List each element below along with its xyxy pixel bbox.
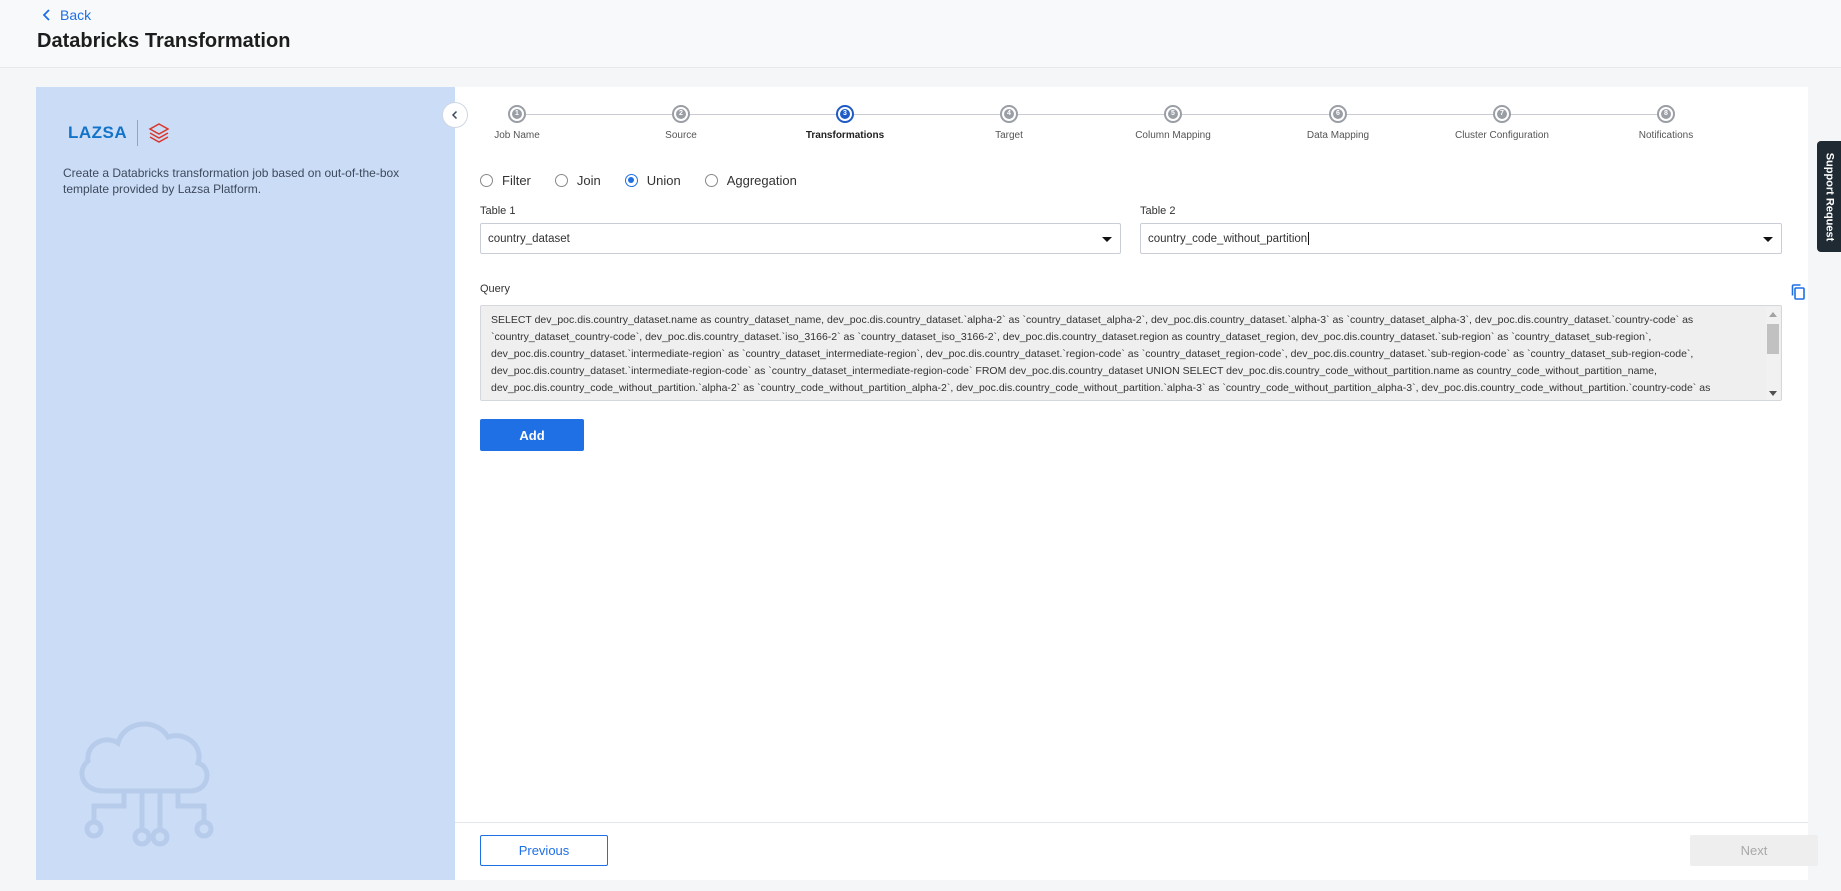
panel-description: Create a Databricks transformation job b…: [63, 166, 400, 196]
scrollbar-thumb[interactable]: [1767, 324, 1779, 354]
step-indicator: 1: [508, 105, 526, 123]
query-label: Query: [480, 283, 510, 295]
radio-union[interactable]: Union: [624, 173, 681, 188]
step-indicator: 2: [672, 105, 690, 123]
step-indicator: 8: [1657, 105, 1675, 123]
copy-icon[interactable]: [1791, 284, 1805, 300]
step-label: Target: [995, 130, 1023, 141]
radio-circle[interactable]: [480, 174, 493, 187]
radio-circle[interactable]: [704, 174, 718, 187]
lazsa-logo: LAZSA: [68, 120, 170, 146]
back-label: Back: [60, 7, 92, 23]
step-indicator: 5: [1164, 105, 1182, 123]
main-content: 1 Job Name 2 Source 3 Transformations 4 …: [455, 87, 1818, 880]
top-header: Back Databricks Transformation: [0, 0, 1841, 68]
chevron-left-icon: [42, 9, 50, 21]
wizard-footer: Previous Next: [455, 822, 1818, 880]
radio-label: Join: [576, 173, 601, 188]
scroll-up-icon[interactable]: [1769, 312, 1777, 317]
radio-label: Union: [646, 173, 681, 188]
support-request-label: Support Request: [1823, 152, 1835, 241]
step-label: Cluster Configuration: [1455, 130, 1549, 141]
step-label: Job Name: [494, 130, 540, 141]
wizard-stepper: 1 Job Name 2 Source 3 Transformations 4 …: [494, 103, 1693, 143]
table1-value: country_dataset: [488, 232, 570, 245]
transformation-type-group: Filter Join Union Aggregation: [480, 173, 821, 188]
query-textarea[interactable]: SELECT dev_poc.dis.country_dataset.name …: [480, 305, 1782, 401]
table1-select[interactable]: country_dataset: [480, 223, 1121, 254]
step-label: Source: [665, 130, 697, 141]
databricks-icon: [148, 123, 170, 143]
step-label: Notifications: [1638, 130, 1694, 141]
caret-down-icon: [1763, 237, 1773, 242]
left-info-panel: LAZSA Create a Databricks transformation…: [36, 87, 455, 880]
step-label: Column Mapping: [1135, 130, 1211, 141]
radio-circle[interactable]: [554, 174, 568, 187]
support-request-tab[interactable]: Support Request: [1817, 141, 1841, 252]
add-button[interactable]: Add: [480, 419, 584, 451]
text-cursor: [1308, 232, 1310, 245]
radio-label: Aggregation: [726, 173, 797, 188]
step-indicator: 6: [1329, 105, 1347, 123]
page-title: Databricks Transformation: [37, 30, 291, 52]
previous-button[interactable]: Previous: [480, 835, 608, 866]
table2-value: country_code_without_partition: [1148, 232, 1308, 245]
next-button[interactable]: Next: [1690, 835, 1818, 866]
caret-down-icon: [1102, 237, 1112, 242]
step-indicator: 7: [1493, 105, 1511, 123]
radio-label: Filter: [502, 173, 531, 188]
radio-join[interactable]: Join: [554, 173, 601, 188]
radio-filter[interactable]: Filter: [480, 173, 531, 188]
back-link[interactable]: Back: [42, 7, 91, 23]
query-text: SELECT dev_poc.dis.country_dataset.name …: [491, 314, 1711, 400]
step-indicator: 3: [836, 105, 854, 123]
table2-select[interactable]: country_code_without_partition: [1140, 223, 1782, 254]
logo-divider: [137, 120, 139, 146]
logo-text: LAZSA: [68, 123, 128, 142]
cloud-network-icon: [79, 721, 214, 847]
step-label: Transformations: [805, 130, 885, 141]
table1-label: Table 1: [480, 205, 516, 217]
scroll-down-icon[interactable]: [1769, 391, 1777, 396]
query-scrollbar[interactable]: [1766, 307, 1780, 400]
main-card: LAZSA Create a Databricks transformation…: [36, 87, 1818, 880]
step-label: Data Mapping: [1306, 130, 1370, 141]
radio-aggregation[interactable]: Aggregation: [704, 173, 797, 188]
table2-label: Table 2: [1140, 205, 1176, 217]
step-indicator: 4: [1000, 105, 1018, 123]
radio-circle[interactable]: [624, 174, 638, 187]
